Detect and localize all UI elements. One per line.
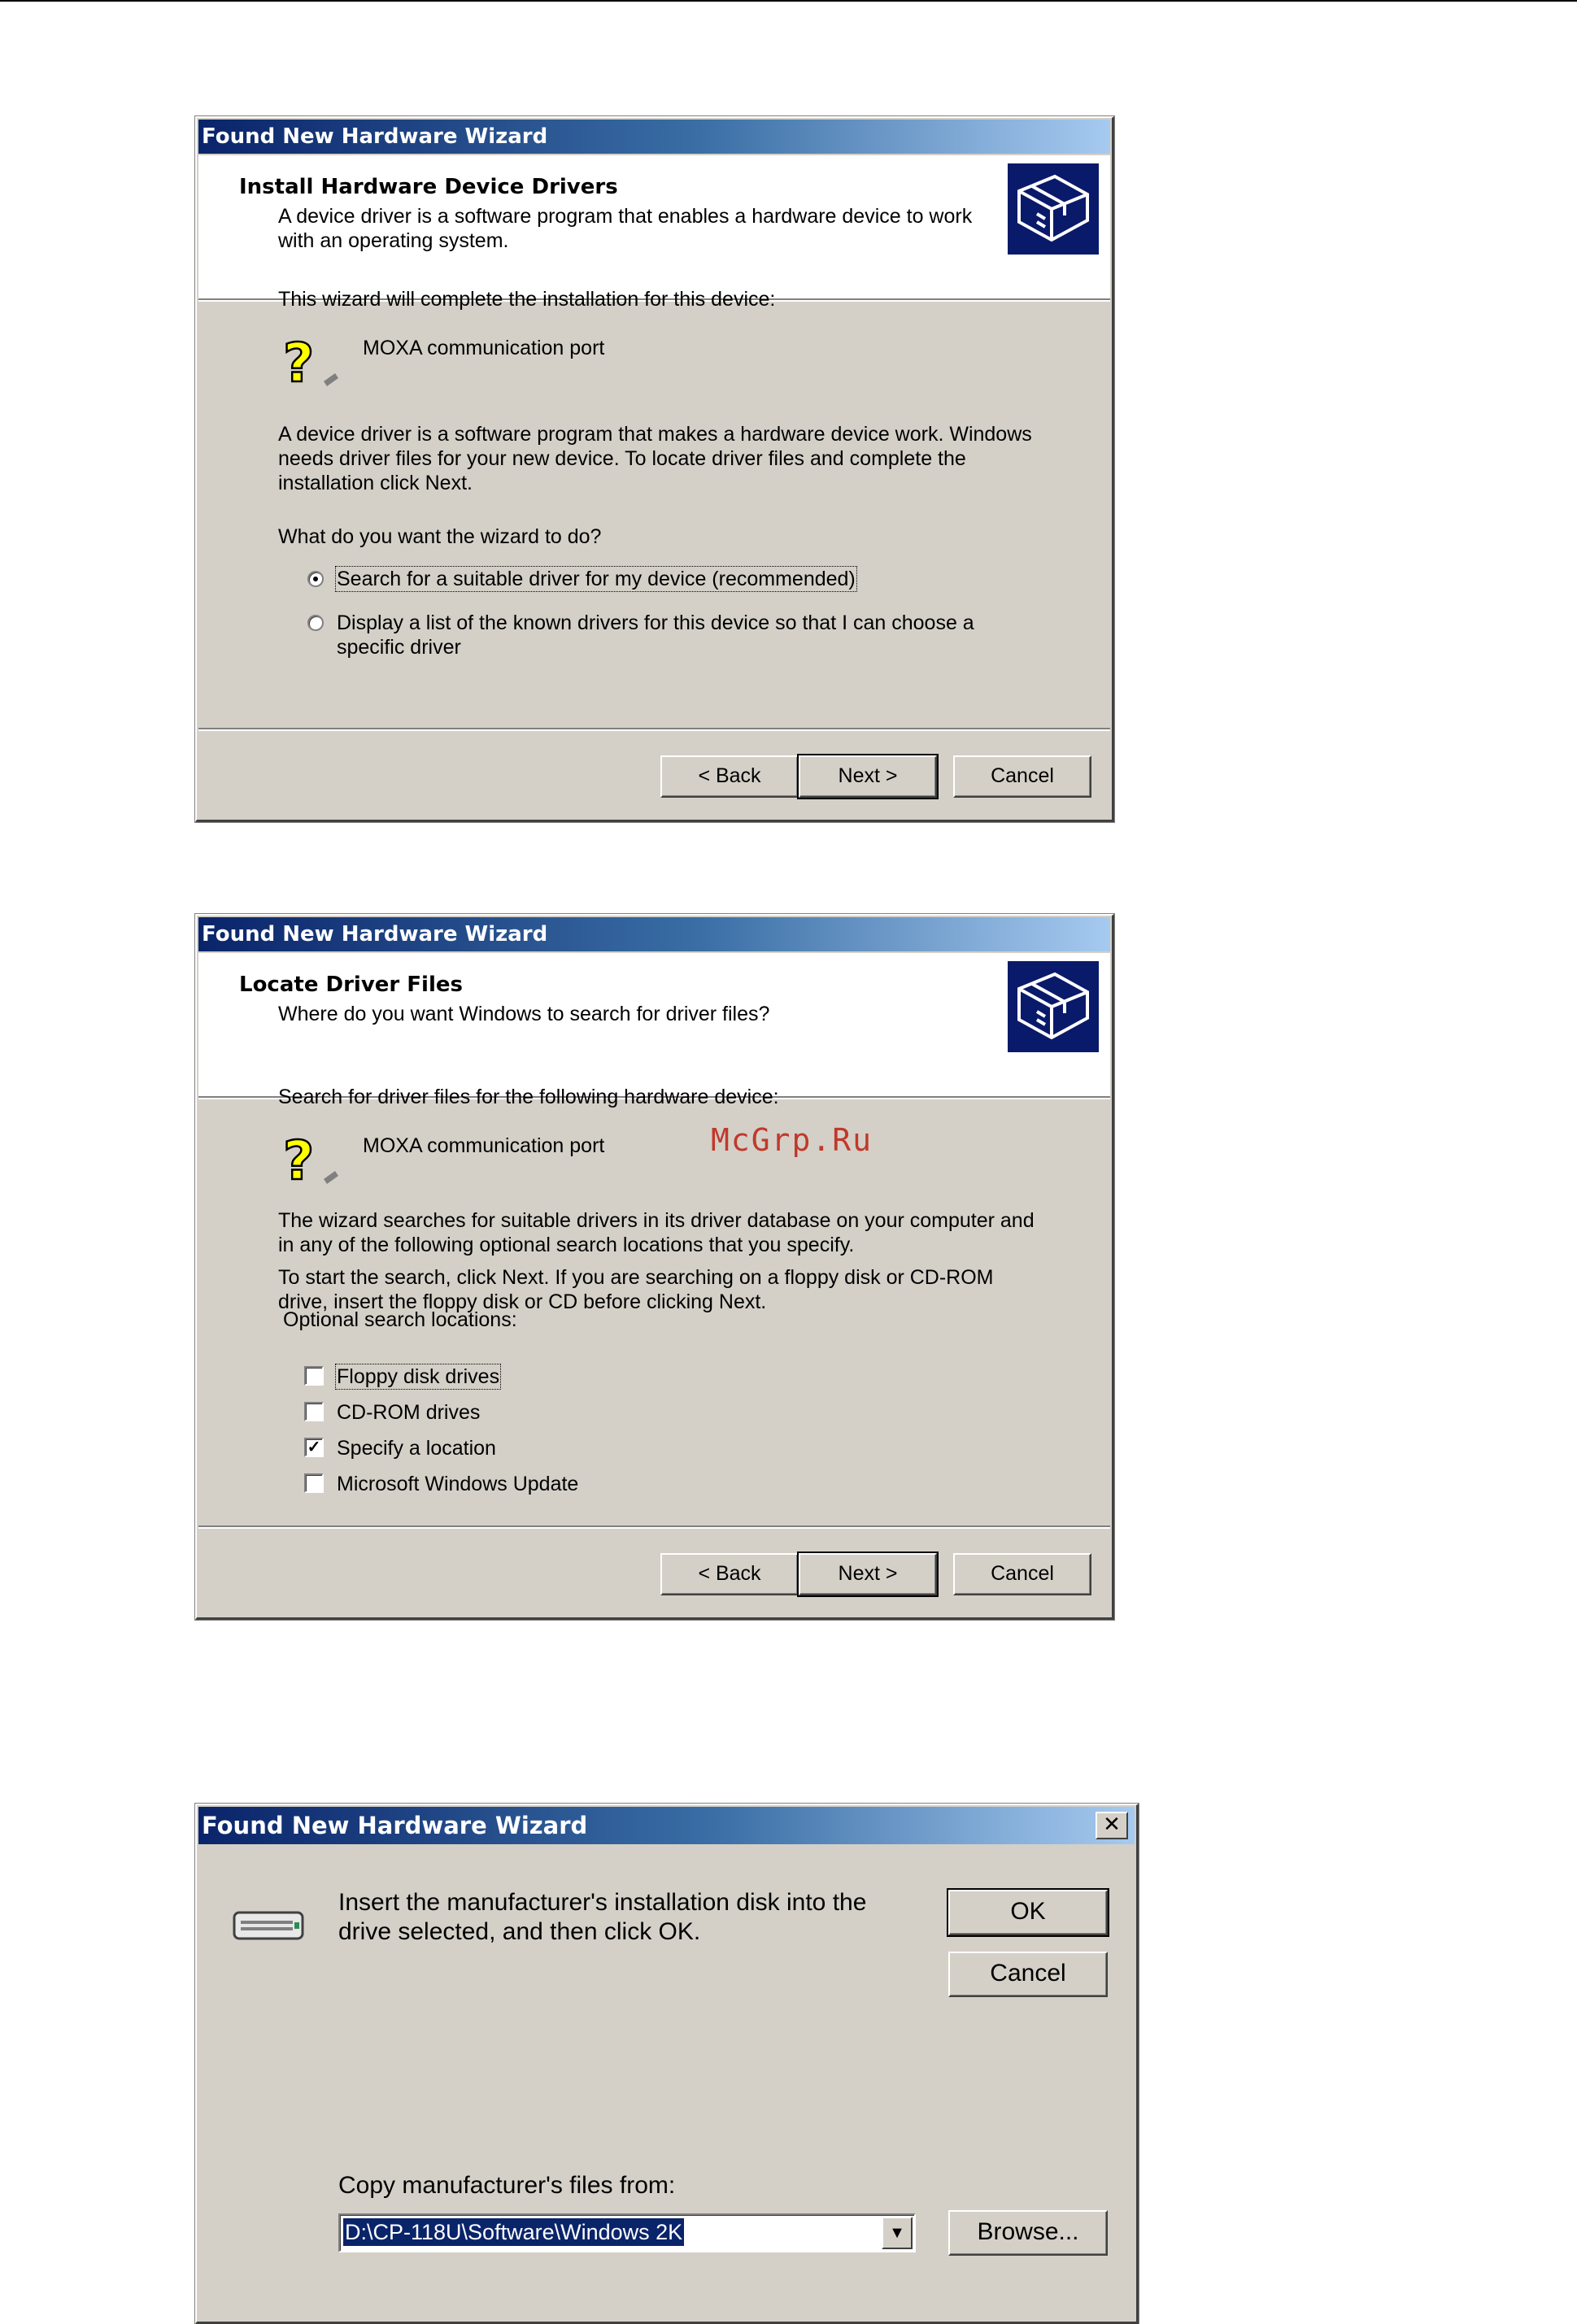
search-driver-label-text: Search for a suitable driver for my devi… — [335, 566, 857, 592]
ok-button[interactable]: OK — [947, 1888, 1109, 1937]
device-name: MOXA communication port — [363, 337, 605, 359]
question-text: What do you want the wizard to do? — [278, 525, 602, 548]
next-button[interactable]: Next > — [797, 1552, 939, 1597]
paragraph-1: The wizard searches for suitable drivers… — [278, 1209, 1035, 1256]
floppy-label-text: Floppy disk drives — [334, 1364, 502, 1390]
cancel-button[interactable]: Cancel — [953, 1553, 1091, 1595]
question-device-icon: ? — [282, 331, 338, 395]
paragraph-2: To start the search, click Next. If you … — [278, 1266, 994, 1313]
wizard-header: Install Hardware Device Drivers A device… — [198, 155, 1110, 300]
display-list-label[interactable]: Display a list of the known drivers for … — [337, 611, 1036, 659]
hardware-wizard-icon — [1008, 163, 1099, 255]
footer-separator — [198, 1525, 1110, 1529]
cancel-button[interactable]: Cancel — [948, 1952, 1108, 1997]
svg-text:?: ? — [283, 332, 314, 394]
install-drivers-wizard: Found New Hardware Wizard Install Hardwa… — [194, 115, 1115, 823]
header-title: Install Hardware Device Drivers — [239, 175, 618, 199]
header-subtitle: A device driver is a software program th… — [278, 205, 973, 252]
back-button[interactable]: < Back — [660, 755, 799, 798]
next-button[interactable]: Next > — [797, 754, 939, 799]
window-title: Found New Hardware Wizard — [198, 120, 1110, 154]
intro-text: This wizard will complete the installati… — [278, 288, 776, 311]
search-driver-label[interactable]: Search for a suitable driver for my devi… — [335, 566, 857, 592]
device-name: MOXA communication port — [363, 1134, 605, 1157]
window-title-text: Found New Hardware Wizard — [202, 1812, 588, 1839]
specify-location-label[interactable]: Specify a location — [337, 1436, 496, 1460]
path-input[interactable]: D:\CP-118U\Software\Windows 2K — [343, 2218, 685, 2246]
cancel-button[interactable]: Cancel — [953, 755, 1091, 798]
browse-button[interactable]: Browse... — [948, 2210, 1108, 2256]
instruction-message: Insert the manufacturer's installation d… — [338, 1889, 867, 1945]
specify-location-checkbox[interactable]: ✓ — [304, 1438, 324, 1457]
chevron-down-icon[interactable]: ▼ — [882, 2217, 913, 2249]
path-combobox[interactable]: D:\CP-118U\Software\Windows 2K ▼ — [338, 2213, 916, 2252]
display-list-radio[interactable] — [307, 615, 324, 631]
header-title: Locate Driver Files — [239, 973, 463, 997]
header-subtitle: Where do you want Windows to search for … — [278, 1003, 770, 1025]
cdrom-checkbox[interactable] — [304, 1402, 324, 1421]
search-locations-label: Optional search locations: — [283, 1308, 517, 1331]
page-top-rule — [0, 0, 1577, 2]
search-driver-radio[interactable] — [307, 571, 324, 587]
cdrom-label[interactable]: CD-ROM drives — [337, 1400, 480, 1425]
window-title: Found New Hardware Wizard ✕ — [198, 1807, 1135, 1844]
window-title: Found New Hardware Wizard — [198, 917, 1110, 951]
back-button[interactable]: < Back — [660, 1553, 799, 1595]
description-text: A device driver is a software program th… — [278, 423, 1032, 494]
watermark-text: McGrp.Ru — [711, 1122, 873, 1158]
hardware-wizard-icon — [1008, 961, 1099, 1052]
intro-text: Search for driver files for the followin… — [278, 1086, 779, 1108]
windows-update-checkbox[interactable] — [304, 1473, 324, 1493]
footer-separator — [198, 728, 1110, 731]
close-icon[interactable]: ✕ — [1096, 1812, 1128, 1839]
question-device-icon: ? — [282, 1129, 338, 1193]
floppy-checkbox[interactable] — [304, 1366, 324, 1386]
windows-update-label[interactable]: Microsoft Windows Update — [337, 1472, 578, 1496]
insert-disk-dialog: Found New Hardware Wizard ✕ Insert the m… — [194, 1803, 1139, 2324]
svg-text:?: ? — [283, 1129, 314, 1192]
copy-from-label: Copy manufacturer's files from: — [338, 2172, 676, 2199]
wizard-header: Locate Driver Files Where do you want Wi… — [198, 953, 1110, 1098]
disk-drive-icon — [233, 1911, 304, 1940]
floppy-label[interactable]: Floppy disk drives — [334, 1364, 502, 1390]
locate-drivers-wizard: Found New Hardware Wizard Locate Driver … — [194, 913, 1115, 1621]
